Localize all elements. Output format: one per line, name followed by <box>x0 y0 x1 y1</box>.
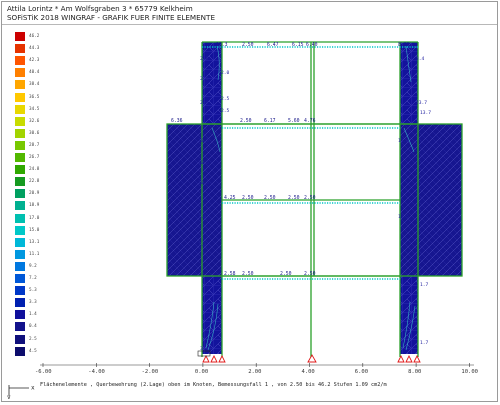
beam-value-label: 6.47 <box>267 42 279 48</box>
left-wall-main <box>167 124 222 276</box>
beam-value-label: 2.50 <box>304 195 316 201</box>
marker-value-label: 11.8 <box>398 138 409 144</box>
drawing-window: Attila Lorintz * Am Wolfsgraben 3 * 6577… <box>1 1 498 402</box>
marker-value-label: 1.7 <box>420 282 429 288</box>
x-tick-label: -6.00 <box>35 369 52 375</box>
marker-value-label: 2.5 <box>221 108 230 114</box>
marker-value-label: 7.9 <box>198 242 207 248</box>
marker-value-label: 10.5 <box>198 138 209 144</box>
marker-value-label: 23.7 <box>416 100 427 106</box>
marker-value-label: 40.0 <box>168 270 179 276</box>
beam-value-label: 2.50 <box>242 42 254 48</box>
beam-value-label: 5.60 <box>288 118 300 124</box>
left-wall-upper <box>202 42 222 124</box>
coordinate-axis-icon: x y <box>7 385 35 400</box>
marker-value-label: 2.5 <box>221 96 230 102</box>
marker-value-label: 2.0 <box>221 70 230 76</box>
marker-value-label: 2.8 <box>200 76 209 82</box>
beam-value-label: 2.50 <box>240 118 252 124</box>
marker-value-label: 10.5 <box>198 160 209 166</box>
beam-value-label: 4.25 <box>224 195 236 201</box>
x-tick-label: 4.00 <box>302 369 315 375</box>
axis-y-label: y <box>7 394 11 399</box>
beam-value-label: 6.36 <box>171 118 183 124</box>
beam-value-label: 4.76 <box>304 118 316 124</box>
beam-value-label: 2.50 <box>242 271 254 277</box>
marker-value-label: 2.8 <box>200 56 209 62</box>
axis-x-label: x <box>31 385 35 392</box>
right-wall-upper <box>400 42 418 124</box>
supports <box>197 350 421 363</box>
x-tick-label: 10.00 <box>461 369 478 375</box>
marker-value-label: 7.9 <box>198 214 207 220</box>
marker-value-label: 31.3 <box>200 346 211 352</box>
result-description: Flächenelemente , Querbewehrung (2.Lage)… <box>40 382 387 388</box>
marker-value-label: 31.3 <box>204 282 215 288</box>
right-wall-main <box>400 124 462 276</box>
x-tick-label: 2.00 <box>248 369 261 375</box>
x-tick-label: 0.00 <box>195 369 208 375</box>
beam-value-label: 2.50 <box>264 195 276 201</box>
x-tick-label: -2.00 <box>142 369 159 375</box>
x-tick-label: -4.00 <box>88 369 105 375</box>
beam-value-label: 6.15 <box>292 42 304 48</box>
beam-reinforcement <box>202 46 418 280</box>
x-tick-label: 8.00 <box>408 369 421 375</box>
beam-value-label: 2.50 <box>280 271 292 277</box>
x-tick-label: 6.00 <box>355 369 368 375</box>
marker-value-label: 13.7 <box>420 110 431 116</box>
beam-value-label: 2.50 <box>288 195 300 201</box>
beam-value-label: 2.50 <box>242 195 254 201</box>
beam-value-label: 6.17 <box>264 118 276 124</box>
x-axis: -6.00 -4.00 -2.00 0.00 2.00 4.00 6.00 8.00 10.00 <box>35 363 478 375</box>
beam-value-label: 8.91 <box>398 42 410 48</box>
fe-drawing: 18.3 2.50 6.47 6.15 6.40 8.91 6.36 2.50 6.17 5.60… <box>35 41 478 375</box>
beam-value-label: 2.50 <box>304 271 316 277</box>
beam-value-label: 6.40 <box>306 42 318 48</box>
marker-value-label: 2.0 <box>200 100 209 106</box>
right-wall-lower <box>400 276 418 354</box>
marker-value-label: 3.4 <box>416 56 425 62</box>
marker-value-label: 10.5 <box>198 180 209 186</box>
marker-value-label: 1.7 <box>420 340 429 346</box>
beam-value-label: 18.3 <box>216 42 228 48</box>
beam-value-label: 2.58 <box>224 271 236 277</box>
marker-value-label: 11.5 <box>398 214 409 220</box>
